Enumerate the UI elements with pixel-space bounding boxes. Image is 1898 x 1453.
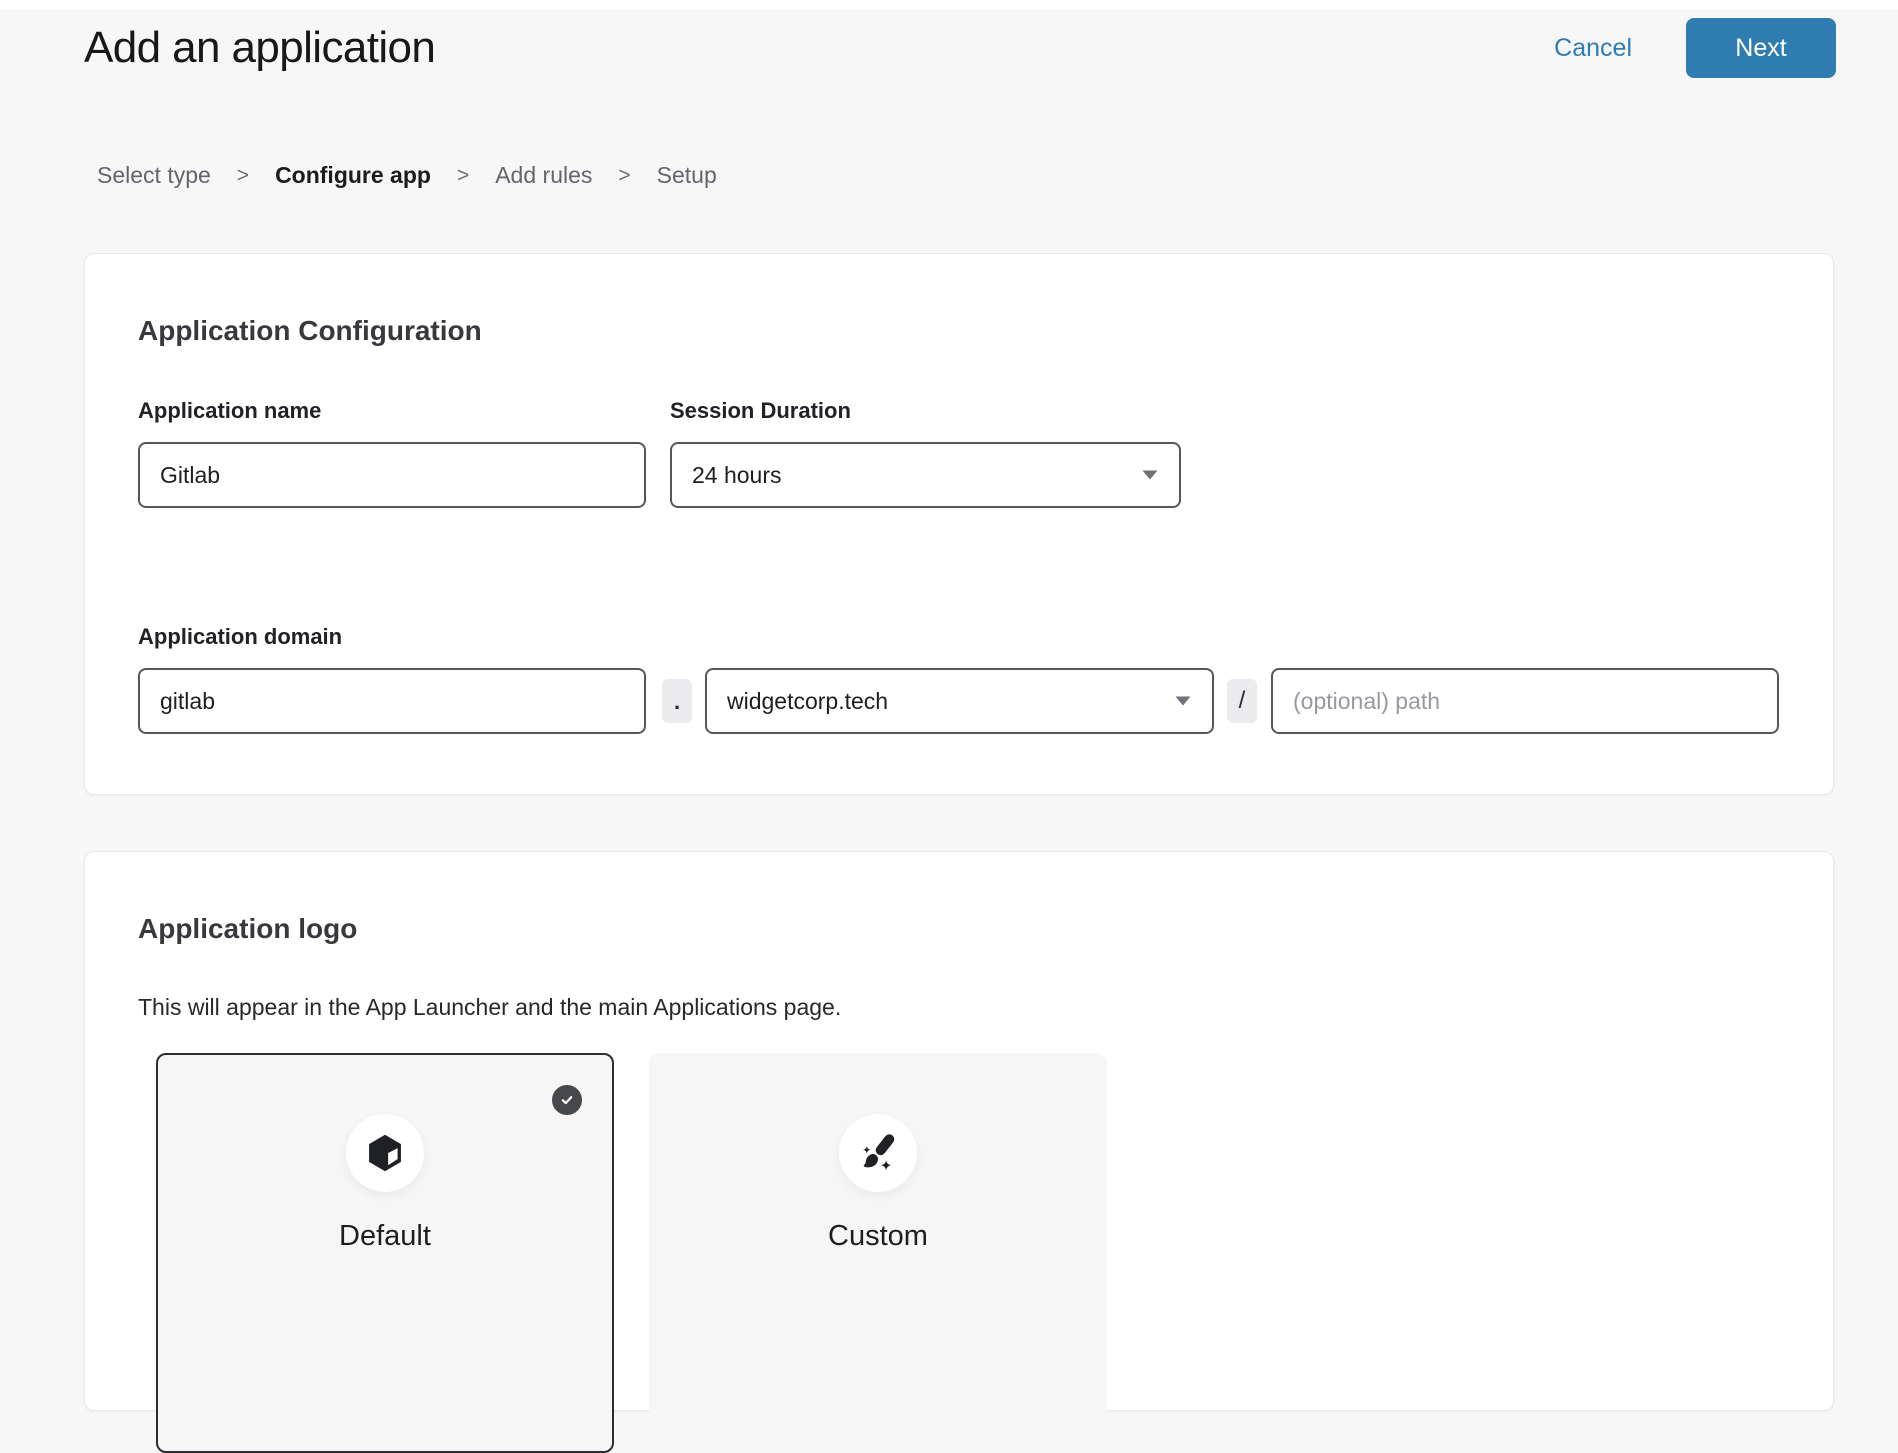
- chevron-down-icon: [1141, 470, 1159, 481]
- breadcrumb-separator: >: [618, 164, 630, 188]
- dot-separator: .: [662, 679, 692, 723]
- subdomain-input[interactable]: [138, 668, 646, 734]
- domain-select[interactable]: widgetcorp.tech: [705, 668, 1214, 734]
- breadcrumb: Select type > Configure app > Add rules …: [97, 162, 1898, 189]
- application-name-input[interactable]: [138, 442, 646, 508]
- name-session-row: Application name Session Duration 24 hou…: [138, 398, 1780, 508]
- application-domain-row: . widgetcorp.tech /: [138, 668, 1780, 734]
- cube-icon: [364, 1132, 406, 1174]
- paintbrush-icon: [856, 1131, 900, 1175]
- chevron-down-icon: [1174, 696, 1192, 707]
- next-button[interactable]: Next: [1686, 18, 1836, 78]
- breadcrumb-step-setup[interactable]: Setup: [657, 162, 717, 189]
- page-title: Add an application: [84, 20, 435, 76]
- session-duration-label: Session Duration: [670, 398, 1181, 424]
- application-configuration-card: Application Configuration Application na…: [84, 253, 1834, 795]
- breadcrumb-step-select-type[interactable]: Select type: [97, 162, 211, 189]
- slash-separator: /: [1227, 679, 1257, 723]
- session-duration-field: Session Duration 24 hours: [670, 398, 1181, 508]
- logo-option-tiles: Default Custom: [156, 1053, 1780, 1453]
- application-name-label: Application name: [138, 398, 646, 424]
- breadcrumb-step-configure-app[interactable]: Configure app: [275, 162, 431, 189]
- logo-option-label: Custom: [651, 1220, 1105, 1253]
- check-icon: [559, 1092, 575, 1108]
- header-actions: Cancel Next: [1548, 18, 1836, 78]
- cancel-button[interactable]: Cancel: [1548, 33, 1638, 64]
- domain-select-value: widgetcorp.tech: [727, 688, 888, 715]
- selected-check-badge: [552, 1085, 582, 1115]
- application-configuration-heading: Application Configuration: [138, 314, 1780, 348]
- logo-option-custom[interactable]: Custom: [649, 1053, 1107, 1453]
- logo-option-label: Default: [158, 1220, 612, 1253]
- session-duration-select[interactable]: 24 hours: [670, 442, 1181, 508]
- path-input[interactable]: [1271, 668, 1779, 734]
- breadcrumb-step-add-rules[interactable]: Add rules: [495, 162, 592, 189]
- breadcrumb-separator: >: [457, 164, 469, 188]
- logo-option-default[interactable]: Default: [156, 1053, 614, 1453]
- application-domain-field: Application domain . widgetcorp.tech /: [138, 624, 1780, 734]
- application-logo-heading: Application logo: [138, 912, 1780, 946]
- top-strip: [0, 0, 1898, 10]
- page-header: Add an application Cancel Next: [0, 10, 1898, 78]
- default-logo-circle: [346, 1114, 424, 1192]
- breadcrumb-separator: >: [237, 164, 249, 188]
- session-duration-value: 24 hours: [692, 462, 782, 489]
- application-domain-label: Application domain: [138, 624, 1780, 650]
- custom-logo-circle: [839, 1114, 917, 1192]
- application-name-field: Application name: [138, 398, 646, 508]
- application-logo-description: This will appear in the App Launcher and…: [138, 994, 1780, 1020]
- application-logo-card: Application logo This will appear in the…: [84, 851, 1834, 1411]
